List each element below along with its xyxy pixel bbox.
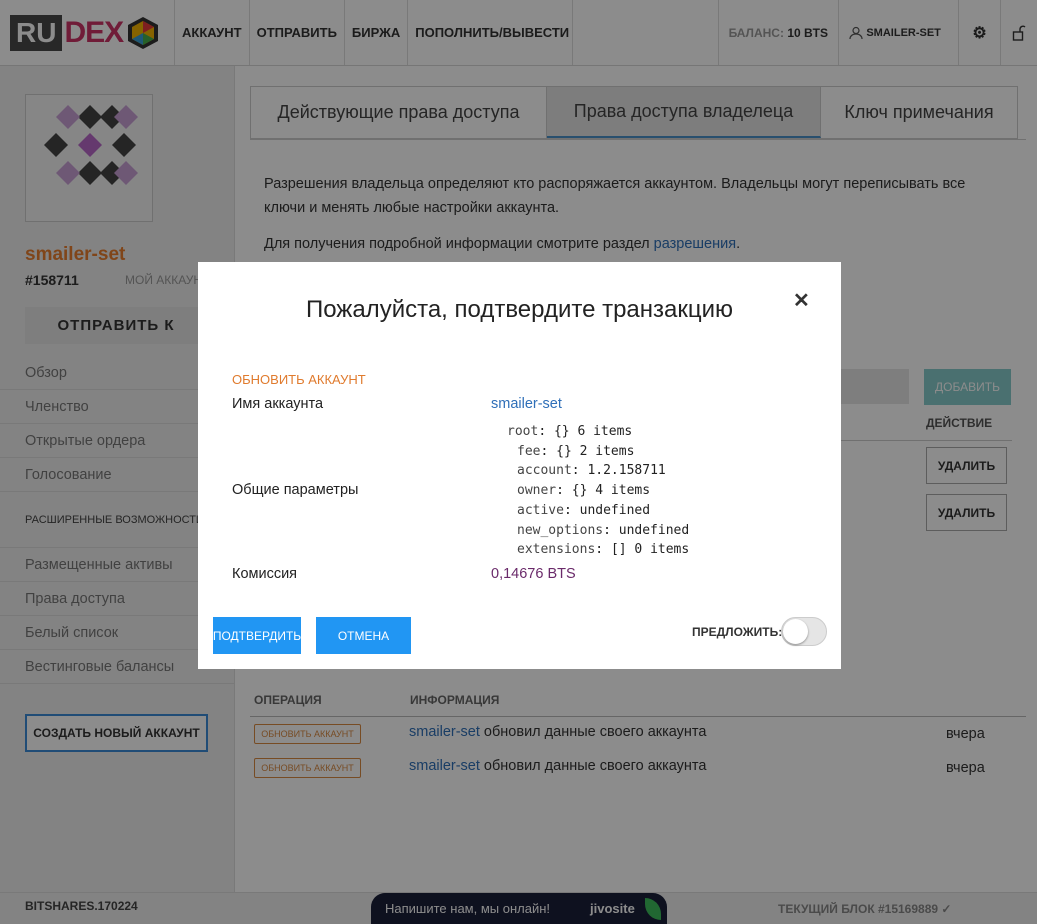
- operation-type: ОБНОВИТЬ АККАУНТ: [232, 372, 366, 387]
- toggle-knob: [783, 619, 808, 644]
- json-key: extensions: [517, 542, 596, 558]
- json-key: fee: [517, 443, 541, 459]
- json-value: [] 0 items: [610, 542, 690, 558]
- json-value: undefined: [618, 522, 690, 538]
- cancel-button[interactable]: ОТМЕНА: [316, 617, 411, 654]
- json-value: {} 6 items: [553, 424, 633, 439]
- json-row[interactable]: owner: {} 4 items: [507, 481, 689, 501]
- json-value: undefined: [579, 502, 651, 518]
- account-link[interactable]: smailer-set: [491, 396, 562, 412]
- close-icon[interactable]: ✕: [793, 288, 810, 313]
- json-value: {} 2 items: [556, 443, 635, 459]
- account-label: Имя аккаунта: [232, 396, 324, 412]
- json-row[interactable]: root: {} 6 items: [507, 422, 689, 442]
- json-row[interactable]: extensions: [] 0 items: [507, 540, 689, 560]
- json-key: owner: [517, 483, 557, 499]
- modal-title: Пожалуйста, подтвердите транзакцию: [305, 296, 734, 323]
- params-label: Общие параметры: [232, 482, 359, 498]
- fee-label: Комиссия: [232, 566, 298, 582]
- json-value: {} 4 items: [571, 483, 651, 499]
- propose-label: ПРЕДЛОЖИТЬ:: [692, 625, 783, 639]
- json-row[interactable]: fee: {} 2 items: [507, 442, 689, 462]
- params-json-tree: root: {} 6 items fee: {} 2 items account…: [507, 422, 689, 560]
- json-key: account: [517, 463, 572, 479]
- json-key: root: [507, 424, 539, 439]
- confirm-button[interactable]: ПОДТВЕРДИТЬ: [213, 617, 301, 654]
- json-row: active: undefined: [517, 502, 651, 518]
- json-key: new_options: [517, 522, 604, 538]
- json-row: account: 1.2.158711: [517, 463, 666, 479]
- json-value: 1.2.158711: [587, 463, 666, 479]
- fee-value: 0,14676 BTS: [491, 566, 576, 582]
- propose-toggle[interactable]: [781, 617, 827, 646]
- confirm-transaction-modal: Пожалуйста, подтвердите транзакцию ✕ ОБН…: [198, 262, 841, 669]
- json-row: new_options: undefined: [517, 522, 690, 538]
- json-key: active: [517, 502, 564, 518]
